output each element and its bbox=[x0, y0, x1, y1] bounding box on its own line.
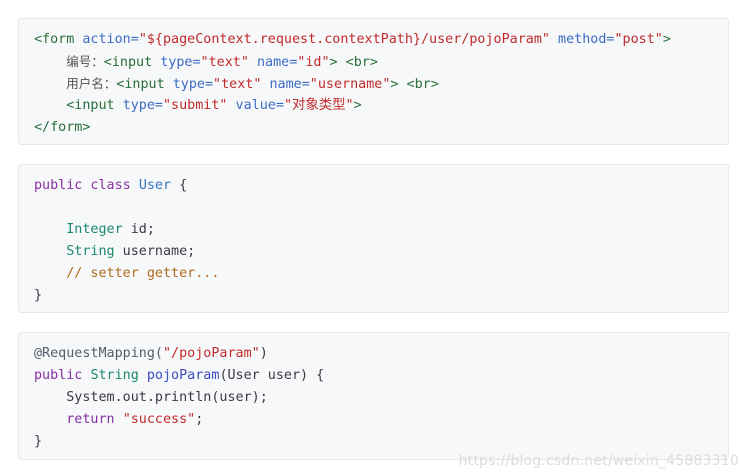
token-tag: <form bbox=[34, 32, 83, 47]
token-punct: } bbox=[34, 434, 43, 449]
token-attr: method= bbox=[549, 32, 615, 47]
token-tag: > bbox=[353, 98, 362, 113]
token-keyword: public class bbox=[34, 178, 139, 193]
code-line: public String pojoParam(User user) { bbox=[34, 365, 728, 387]
token-punct: ) bbox=[259, 346, 268, 361]
token-attr: name= bbox=[261, 77, 310, 92]
token-string: "submit" bbox=[163, 98, 228, 113]
token-tag: <br> bbox=[406, 77, 439, 92]
token-punct: } bbox=[34, 288, 43, 303]
code-line: public class User { bbox=[34, 175, 728, 197]
code-controller: @RequestMapping("/pojoParam") public Stri… bbox=[19, 333, 728, 453]
token-tag: <input bbox=[66, 98, 123, 113]
token-attr: value= bbox=[227, 98, 284, 113]
watermark: https://blog.csdn.net/weixin_45883310 bbox=[458, 453, 739, 469]
token-tag: > bbox=[662, 32, 671, 47]
token-tag: </form> bbox=[34, 120, 91, 135]
token-type: String bbox=[66, 244, 115, 259]
token-tag: > bbox=[329, 55, 346, 70]
token-attr: type= bbox=[122, 98, 163, 113]
code-line: <input type="submit" value="对象类型"> bbox=[34, 95, 728, 117]
code-block-user-class: public class User { Integer id; String u… bbox=[18, 164, 729, 313]
token-text: 用户名： bbox=[66, 76, 117, 91]
token-comment: // setter getter... bbox=[66, 266, 220, 281]
code-line: <form action="${pageContext.request.cont… bbox=[34, 29, 728, 51]
token-string: "success" bbox=[122, 412, 196, 427]
code-line: } bbox=[34, 285, 728, 307]
token-punct: ; bbox=[195, 412, 204, 427]
code-line-empty bbox=[34, 197, 728, 219]
token-keyword: public bbox=[34, 368, 91, 383]
token-punct: { bbox=[171, 178, 188, 193]
token-tag: > bbox=[390, 77, 407, 92]
token-type: Integer bbox=[66, 222, 123, 237]
token-type: String bbox=[90, 368, 139, 383]
token-string: "对象类型" bbox=[283, 98, 354, 113]
token-attr: type= bbox=[160, 55, 201, 70]
token-string: "id" bbox=[297, 55, 330, 70]
token-tag: <input bbox=[116, 77, 173, 92]
code-block-controller: @RequestMapping("/pojoParam") public Stri… bbox=[18, 332, 729, 460]
code-line: String username; bbox=[34, 241, 728, 263]
token-annotation: @RequestMapping( bbox=[34, 346, 163, 361]
token-function: pojoParam bbox=[138, 368, 220, 383]
token-text: 编号： bbox=[66, 54, 104, 69]
token-string: "text" bbox=[213, 77, 262, 92]
token-string: "text" bbox=[200, 55, 249, 70]
code-line: // setter getter... bbox=[34, 263, 728, 285]
token-text: System.out.println(user); bbox=[66, 390, 268, 405]
token-attr: type= bbox=[172, 77, 214, 92]
code-line: @RequestMapping("/pojoParam") bbox=[34, 343, 728, 365]
token-string: "/pojoParam" bbox=[163, 346, 260, 361]
token-text: (User user) { bbox=[219, 368, 325, 383]
code-line: 编号：<input type="text" name="id"> <br> bbox=[34, 51, 728, 73]
token-attr: name= bbox=[248, 55, 298, 70]
code-form: <form action="${pageContext.request.cont… bbox=[19, 19, 728, 139]
code-line: } bbox=[34, 431, 728, 453]
code-user-class: public class User { Integer id; String u… bbox=[19, 165, 728, 307]
code-line: Integer id; bbox=[34, 219, 728, 241]
code-line: return "success"; bbox=[34, 409, 728, 431]
token-tag: <input bbox=[103, 55, 161, 70]
token-string: "${pageContext.request.contextPath}/user… bbox=[138, 32, 550, 47]
code-line: 用户名：<input type="text" name="username"> … bbox=[34, 73, 728, 95]
token-text: id; bbox=[122, 222, 155, 237]
code-block-form: <form action="${pageContext.request.cont… bbox=[18, 18, 729, 145]
token-string: "username" bbox=[309, 77, 391, 92]
token-tag: <br> bbox=[345, 55, 378, 70]
token-attr: action= bbox=[82, 32, 139, 47]
token-text: username; bbox=[114, 244, 196, 259]
code-line: System.out.println(user); bbox=[34, 387, 728, 409]
token-string: "post" bbox=[614, 32, 663, 47]
token-class-name: User bbox=[138, 178, 172, 193]
code-line: </form> bbox=[34, 117, 728, 139]
token-keyword: return bbox=[66, 412, 123, 427]
